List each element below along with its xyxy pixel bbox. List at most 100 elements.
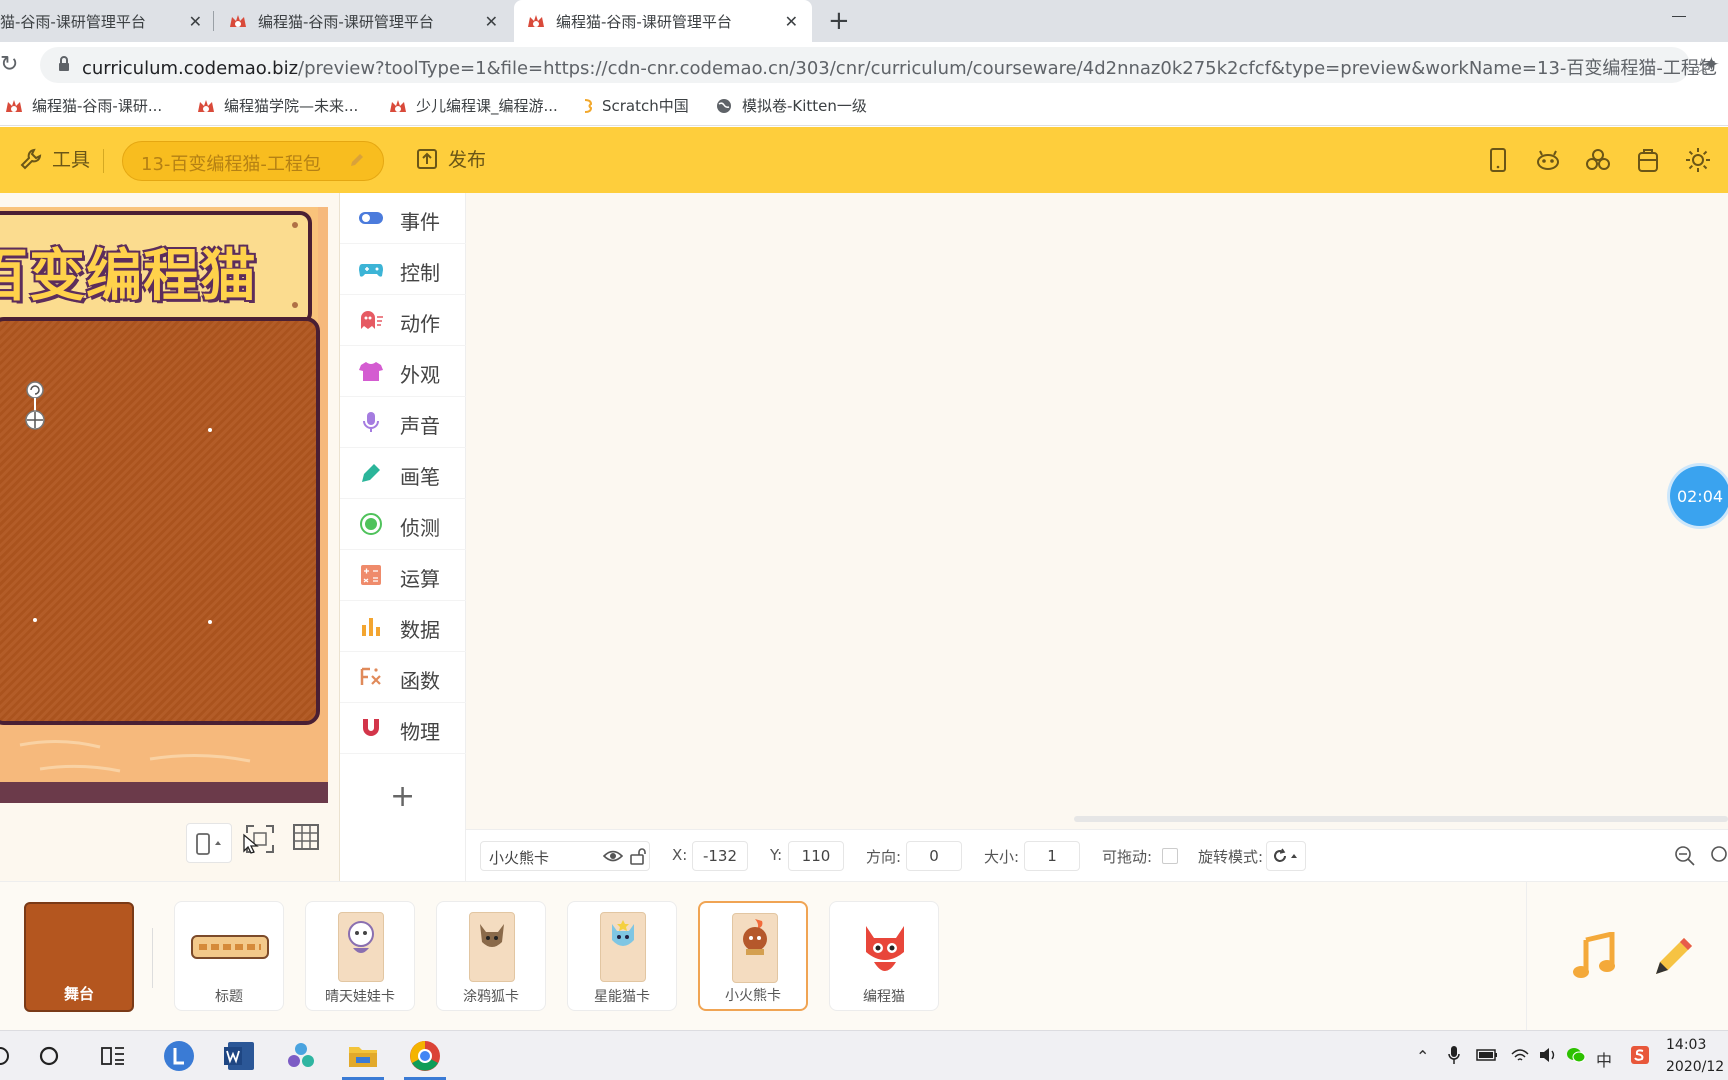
device-dropdown[interactable] [186, 823, 232, 863]
zoom-out-icon[interactable] [1674, 845, 1696, 867]
bookmark-item[interactable]: 编程猫-谷雨-课研... [4, 95, 162, 116]
wechat-icon[interactable] [1566, 1046, 1586, 1064]
y-label: Y: [770, 846, 783, 864]
sprite-bbox-handle[interactable] [208, 620, 212, 624]
close-icon[interactable]: ✕ [785, 12, 798, 31]
category-label: 外观 [400, 363, 440, 387]
bookmark-item[interactable]: 少儿编程课_编程游... [388, 95, 558, 116]
close-icon[interactable]: ✕ [189, 12, 202, 31]
bookmark-item[interactable]: Scratch中国 [582, 95, 689, 116]
volume-icon[interactable] [1538, 1046, 1558, 1064]
wifi-icon[interactable] [1510, 1046, 1530, 1064]
code-workspace[interactable] [466, 193, 1728, 829]
draggable-label: 可拖动: [1102, 848, 1153, 866]
eye-icon[interactable] [603, 848, 623, 864]
sprite-label: 涂鸦狐卡 [463, 989, 519, 1005]
url-text: curriculum.codemao.biz/preview?toolType=… [82, 54, 1717, 80]
paint-pencil-icon[interactable] [1650, 932, 1698, 980]
sprite-card[interactable]: 晴天娃娃卡 [305, 901, 415, 1011]
clock-date: 2020/12 [1666, 1059, 1725, 1075]
settings-icon[interactable] [1684, 146, 1712, 174]
stage-thumbnail[interactable]: 舞台 [24, 902, 134, 1012]
bookmark-item[interactable]: 模拟卷-Kitten一级 [714, 95, 867, 116]
stage-board [0, 317, 320, 725]
reload-icon[interactable]: ↻ [0, 52, 18, 77]
file-explorer-icon[interactable] [346, 1039, 380, 1073]
doll-sprite-thumb [348, 921, 374, 953]
unlock-icon[interactable] [629, 847, 647, 865]
draggable-checkbox[interactable] [1162, 848, 1178, 864]
category-physics[interactable]: 物理 [340, 703, 466, 754]
project-name-field[interactable]: 13-百变编程猫-工程包 [122, 141, 384, 181]
sprite-property-bar: 小火熊卡 X: -132 Y: 110 方向: 0 大小: 1 可拖动: 旋转模… [466, 829, 1728, 881]
minimize-button[interactable] [1672, 16, 1686, 17]
chrome-app-icon[interactable] [408, 1039, 442, 1073]
sprite-card[interactable]: 涂鸦狐卡 [436, 901, 546, 1011]
grid-icon[interactable] [292, 823, 320, 851]
battery-icon[interactable] [1476, 1048, 1498, 1062]
cortana-icon[interactable] [38, 1045, 60, 1067]
bookmark-item[interactable]: 编程猫学院—未来... [196, 95, 358, 116]
ime-indicator[interactable]: 中 [1596, 1047, 1612, 1071]
robot-icon[interactable] [1534, 146, 1562, 174]
close-icon[interactable]: ✕ [485, 12, 498, 31]
extensions-icon[interactable]: ✦ [1703, 52, 1720, 76]
microphone-icon[interactable] [1448, 1045, 1460, 1065]
category-data[interactable]: 数据 [340, 601, 466, 652]
sprite-card-selected[interactable]: 小火熊卡 [698, 901, 808, 1011]
music-icon[interactable] [1570, 932, 1618, 980]
category-motion[interactable]: 动作 [340, 295, 466, 346]
category-control[interactable]: 控制 [340, 244, 466, 295]
sprite-bbox-handle[interactable] [33, 618, 37, 622]
browser-tab-active[interactable]: 编程猫-谷雨-课研管理平台 ✕ [514, 0, 812, 42]
sprite-bbox-handle[interactable] [208, 428, 212, 432]
sprite-name-field[interactable]: 小火熊卡 [480, 841, 650, 871]
rotation-mode-dropdown[interactable] [1266, 841, 1306, 871]
sogou-icon[interactable] [1630, 1045, 1650, 1065]
sprite-card[interactable]: 星能猫卡 [567, 901, 677, 1011]
category-sensing[interactable]: 侦测 [340, 499, 466, 550]
lock-icon [59, 56, 69, 71]
timer-badge[interactable]: 02:04 [1670, 466, 1728, 526]
add-extension-button[interactable]: + [390, 779, 415, 814]
y-field[interactable]: 110 [788, 841, 844, 871]
category-label: 函数 [400, 669, 440, 693]
system-clock[interactable]: 14:03 2020/12 [1666, 1034, 1724, 1078]
category-event[interactable]: 事件 [340, 193, 466, 244]
sprite-label: 编程猫 [863, 989, 905, 1005]
category-looks[interactable]: 外观 [340, 346, 466, 397]
share-app-icon[interactable] [284, 1039, 318, 1073]
chevron-up-icon[interactable]: ⌃ [1416, 1047, 1429, 1066]
toggle-icon [359, 212, 383, 224]
word-app-icon[interactable] [222, 1039, 256, 1073]
divider [103, 149, 104, 173]
category-pen[interactable]: 画笔 [340, 448, 466, 499]
lark-app-icon[interactable] [162, 1039, 196, 1073]
task-view-icon[interactable] [100, 1045, 126, 1067]
puzzle-icon[interactable] [1584, 146, 1612, 174]
category-functions[interactable]: 函数 [340, 652, 466, 703]
tools-button[interactable]: 工具 [20, 145, 90, 172]
zoom-in-icon[interactable] [1710, 845, 1728, 867]
category-operators[interactable]: 运算 [340, 550, 466, 601]
publish-button[interactable]: 发布 [416, 145, 486, 172]
new-tab-button[interactable]: + [828, 6, 850, 36]
stage-canvas[interactable]: 百变编程猫 [0, 207, 328, 803]
sprite-card[interactable]: 编程猫 [829, 901, 939, 1011]
backpack-icon[interactable] [1634, 146, 1662, 174]
sprite-rotate-handle[interactable] [22, 380, 48, 432]
pencil-icon[interactable] [349, 152, 365, 168]
size-field[interactable]: 1 [1024, 841, 1080, 871]
workspace-scrollbar[interactable] [1074, 816, 1728, 822]
bookmarks-bar: 编程猫-谷雨-课研... 编程猫学院—未来... 少儿编程课_编程游... Sc… [0, 86, 1728, 126]
browser-tab[interactable]: 编程猫-谷雨-课研管理平台 ✕ [216, 0, 512, 42]
category-sound[interactable]: 声音 [340, 397, 466, 448]
x-field[interactable]: -132 [692, 841, 748, 871]
direction-field[interactable]: 0 [906, 841, 962, 871]
phone-icon[interactable] [1484, 146, 1512, 174]
search-icon[interactable] [0, 1045, 10, 1067]
url-bar[interactable]: curriculum.codemao.biz/preview?toolType=… [40, 47, 1717, 83]
browser-tab[interactable]: 猫-谷雨-课研管理平台 ✕ [0, 0, 212, 42]
sprite-card[interactable]: 标题 [174, 901, 284, 1011]
title-sprite-thumb [191, 935, 269, 959]
